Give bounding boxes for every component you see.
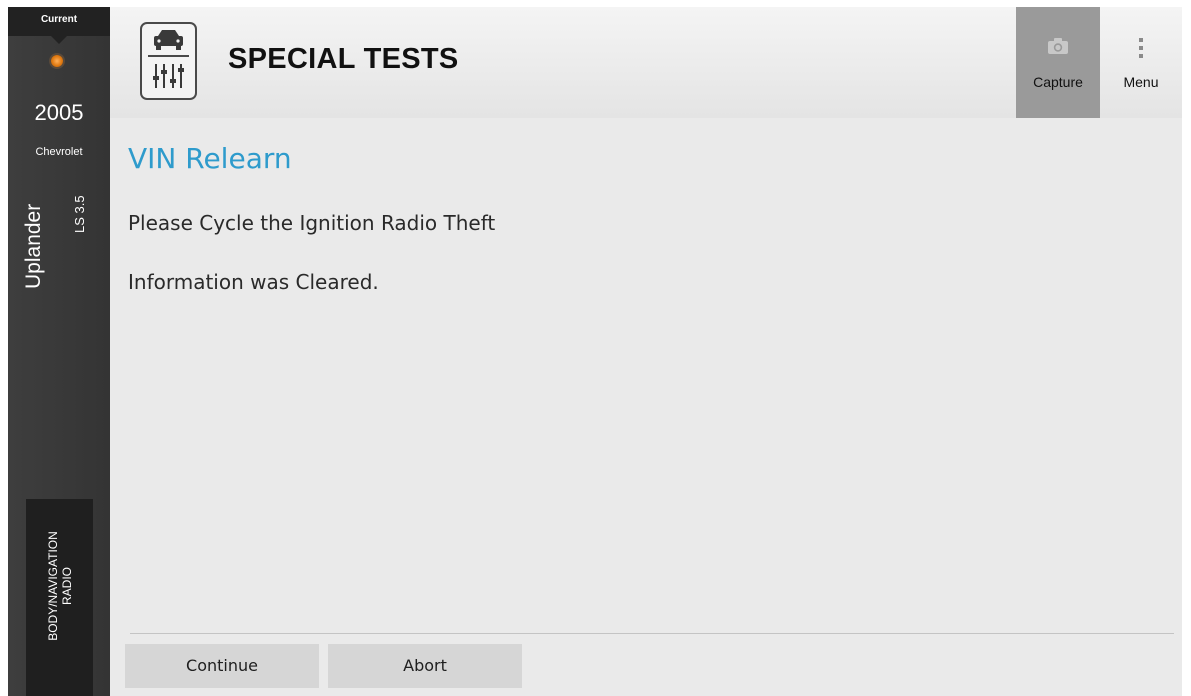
current-vehicle-tab[interactable]: Current	[8, 7, 110, 36]
car-settings-icon	[140, 22, 197, 100]
status-message: Information was Cleared.	[128, 270, 379, 294]
camera-icon	[1048, 38, 1068, 54]
car-settings-icon-graphic	[148, 30, 189, 88]
test-content-panel: VIN Relearn Please Cycle the Ignition Ra…	[110, 118, 1182, 696]
vehicle-model: Uplander	[22, 203, 45, 289]
vehicle-year: 2005	[34, 100, 84, 125]
vehicle-make: Chevrolet	[35, 146, 83, 158]
abort-button[interactable]: Abort	[328, 644, 522, 688]
page-title: SPECIAL TESTS	[228, 43, 459, 75]
instruction-message: Please Cycle the Ignition Radio Theft	[128, 211, 496, 235]
module-label-line1: BODY/NAVIGATION	[46, 531, 60, 641]
current-tab-pointer	[51, 36, 67, 44]
header-bar: SPECIAL TESTS Capture Menu	[110, 7, 1182, 118]
module-label-line2: RADIO	[60, 567, 74, 606]
capture-button[interactable]: Capture	[1016, 7, 1100, 118]
test-title: VIN Relearn	[128, 142, 292, 175]
app-window: Current 2005 Chevrolet Uplander LS 3.5 B…	[8, 7, 1182, 696]
vehicle-sidebar: Current 2005 Chevrolet Uplander LS 3.5 B…	[8, 7, 110, 696]
capture-label: Capture	[1033, 74, 1083, 90]
vertical-dots-icon	[1139, 38, 1143, 58]
menu-label: Menu	[1123, 74, 1159, 90]
vehicle-status-indicator	[51, 55, 63, 67]
vehicle-trim: LS 3.5	[72, 195, 87, 233]
module-label: BODY/NAVIGATION RADIO	[46, 511, 74, 661]
menu-button[interactable]: Menu	[1100, 7, 1182, 118]
continue-button[interactable]: Continue	[125, 644, 319, 688]
module-button-body-navigation-radio[interactable]: BODY/NAVIGATION RADIO	[26, 499, 93, 696]
action-divider	[130, 633, 1174, 634]
